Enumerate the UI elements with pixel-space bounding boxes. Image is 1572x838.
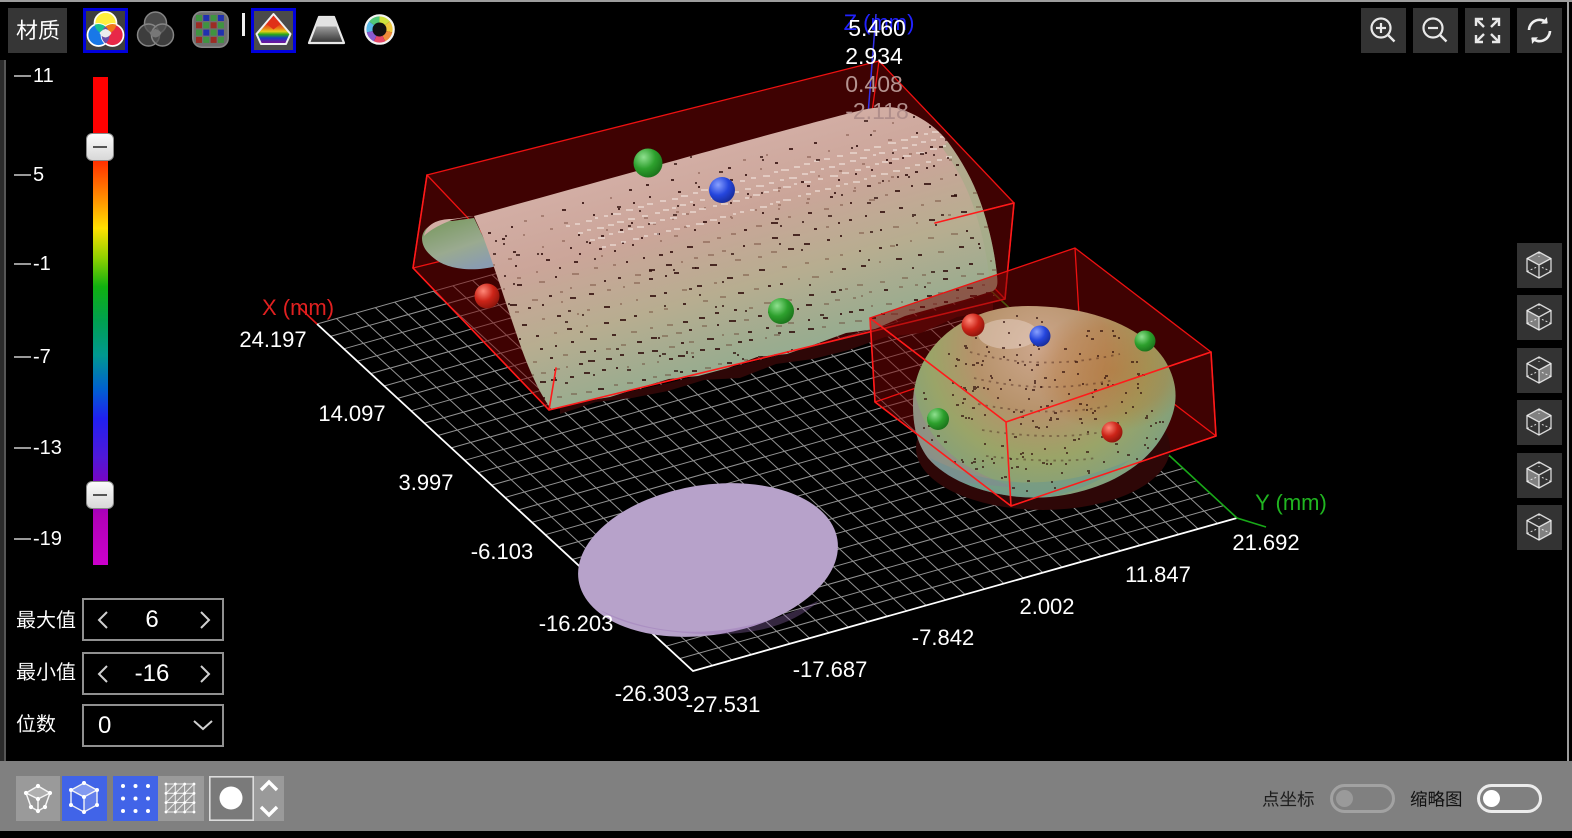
- svg-text:-17.687: -17.687: [793, 657, 868, 682]
- svg-text:-7.842: -7.842: [912, 625, 974, 650]
- svg-text:14.097: 14.097: [318, 401, 385, 426]
- svg-text:2.002: 2.002: [1019, 594, 1074, 619]
- svg-text:3.997: 3.997: [398, 470, 453, 495]
- svg-text:Y (mm): Y (mm): [1255, 490, 1327, 515]
- svg-text:-16.203: -16.203: [539, 611, 614, 636]
- svg-text:-26.303: -26.303: [615, 681, 690, 706]
- svg-text:-27.531: -27.531: [686, 692, 761, 717]
- svg-text:2.934: 2.934: [845, 43, 903, 69]
- svg-text:24.197: 24.197: [239, 327, 306, 352]
- svg-text:0.408: 0.408: [845, 71, 903, 97]
- svg-text:-6.103: -6.103: [471, 539, 533, 564]
- svg-text:5.460: 5.460: [848, 15, 906, 41]
- svg-text:X (mm): X (mm): [262, 295, 334, 320]
- svg-text:11.847: 11.847: [1125, 562, 1191, 587]
- svg-text:-2.118: -2.118: [845, 98, 909, 124]
- svg-text:21.692: 21.692: [1232, 530, 1299, 555]
